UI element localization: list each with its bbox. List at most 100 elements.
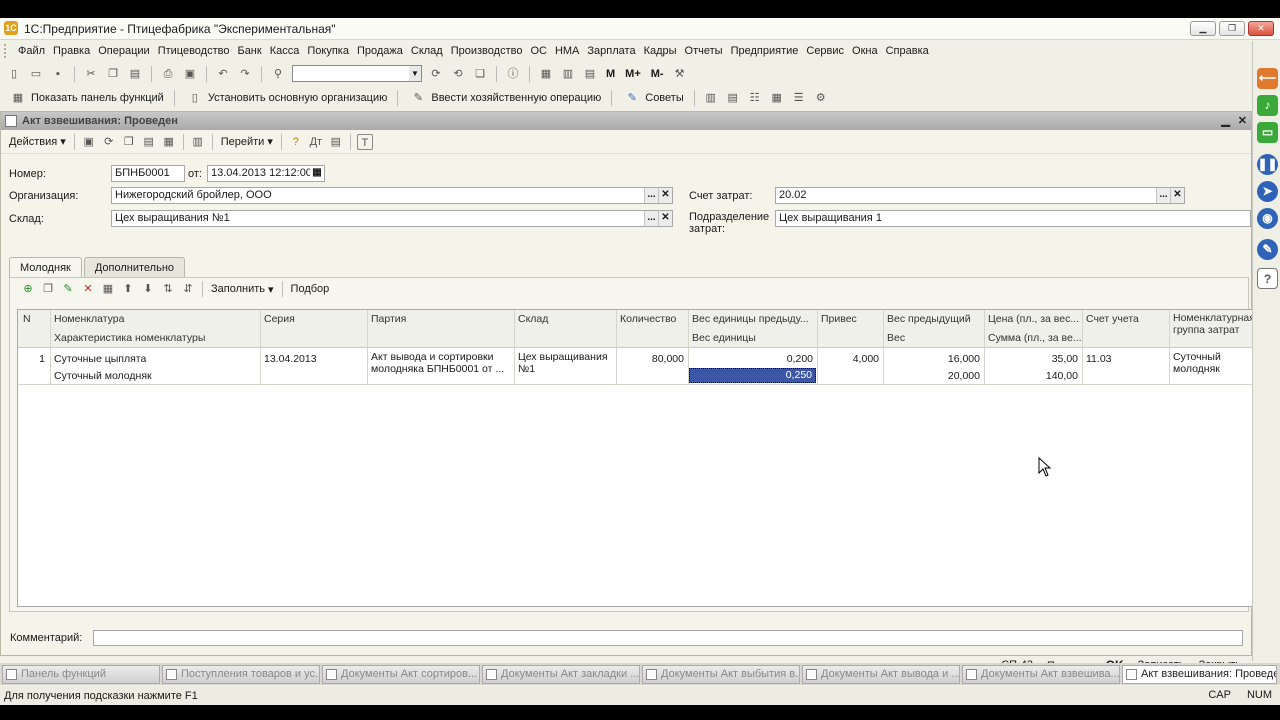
minimize-doc-button[interactable]: ▁	[1221, 114, 1229, 127]
col-weight[interactable]: Вес	[884, 329, 983, 347]
actions-menu-button[interactable]: Действия ▾	[5, 135, 70, 149]
cell-gain[interactable]: 4,000	[818, 351, 882, 367]
close-doc-button[interactable]: ✕	[1238, 114, 1247, 127]
chevron-down-icon[interactable]: ▼	[409, 66, 421, 81]
search-icon[interactable]: ⚲	[270, 66, 286, 82]
journal-icon[interactable]: ▤	[725, 90, 741, 106]
col-gain[interactable]: Привес	[818, 310, 882, 328]
tools-icon[interactable]: ⚒	[672, 66, 688, 82]
report-icon[interactable]: ▥	[703, 90, 719, 106]
chart-icon[interactable]: ▦	[769, 90, 785, 106]
list-icon[interactable]: ☰	[791, 90, 807, 106]
pause-icon[interactable]: ❚❚	[1257, 154, 1278, 175]
taskbar-item[interactable]: Документы Акт вывода и ...	[802, 664, 960, 684]
taskbar-item[interactable]: Документы Акт закладки ...	[482, 664, 640, 684]
menu-salary[interactable]: Зарплата	[583, 45, 639, 57]
edit-row-icon[interactable]: ✎	[60, 281, 76, 297]
delete-row-icon[interactable]: ✕	[80, 281, 96, 297]
cell-cost-group[interactable]: Суточный молодняк	[1170, 351, 1262, 379]
cell-quantity[interactable]: 80,000	[617, 351, 687, 367]
new-file-icon[interactable]: ▯	[6, 66, 22, 82]
undo-icon[interactable]: ↶	[215, 66, 231, 82]
col-characteristic[interactable]: Характеристика номенклатуры	[51, 329, 259, 347]
end-edit-icon[interactable]: ▦	[100, 281, 116, 297]
cell-nomenclature[interactable]: Суточные цыплята	[51, 351, 259, 367]
set-main-org-button[interactable]: ▯ Установить основную организацию	[181, 90, 392, 106]
tab-young-stock[interactable]: Молодняк	[9, 257, 82, 277]
col-unit-weight[interactable]: Вес единицы	[689, 329, 816, 347]
movements-icon[interactable]: ▤	[141, 134, 157, 150]
based-on-icon[interactable]: ▥	[190, 134, 206, 150]
menu-warehouse[interactable]: Склад	[407, 45, 447, 57]
redo-icon[interactable]: ↷	[237, 66, 253, 82]
refresh-icon[interactable]: ⟳	[101, 134, 117, 150]
goto-menu-button[interactable]: Перейти ▾	[217, 135, 277, 149]
cell-unit-weight[interactable]: 0,250	[689, 368, 816, 383]
menu-hr[interactable]: Кадры	[640, 45, 681, 57]
memory-minus-button[interactable]: M-	[647, 68, 668, 80]
fill-menu-button[interactable]: Заполнить ▾	[207, 283, 278, 296]
microphone-icon[interactable]: ♪	[1257, 95, 1278, 116]
select-ellipsis-icon[interactable]: ...	[644, 211, 658, 226]
col-quantity[interactable]: Количество	[617, 310, 687, 328]
cell-weight[interactable]: 20,000	[884, 368, 983, 384]
post-icon[interactable]: ▣	[81, 134, 97, 150]
cut-icon[interactable]: ✂	[83, 66, 99, 82]
copy-icon[interactable]: ❐	[105, 66, 121, 82]
add-row-icon[interactable]: ⊕	[20, 281, 36, 297]
col-account[interactable]: Счет учета	[1083, 310, 1168, 328]
col-batch[interactable]: Партия	[368, 310, 513, 328]
menu-cash[interactable]: Касса	[266, 45, 304, 57]
menu-poultry[interactable]: Птицеводство	[154, 45, 234, 57]
clear-icon[interactable]: ✕	[658, 211, 672, 226]
select-ellipsis-icon[interactable]: ...	[1156, 188, 1170, 203]
report-list-icon[interactable]: ▤	[328, 134, 344, 150]
find-next-icon[interactable]: ⟳	[428, 66, 444, 82]
col-sum[interactable]: Сумма (пл., за ве...	[985, 329, 1081, 347]
info-icon[interactable]: ⓘ	[505, 66, 521, 82]
table-row[interactable]: 1 Суточные цыплята Суточный молодняк 13.…	[18, 349, 1264, 385]
sort-desc-icon[interactable]: ⇵	[180, 281, 196, 297]
memory-plus-button[interactable]: M+	[621, 68, 645, 80]
chat-icon[interactable]: ◉	[1257, 208, 1278, 229]
close-window-button[interactable]: ✕	[1248, 21, 1274, 36]
menu-service[interactable]: Сервис	[802, 45, 848, 57]
taskbar-item[interactable]: Поступления товаров и ус...	[162, 664, 320, 684]
copy-doc-icon[interactable]: ❐	[121, 134, 137, 150]
menu-help[interactable]: Справка	[882, 45, 933, 57]
menu-reports[interactable]: Отчеты	[681, 45, 727, 57]
menu-enterprise[interactable]: Предприятие	[727, 45, 803, 57]
cell-weight-prev[interactable]: 16,000	[884, 351, 983, 367]
number-field[interactable]: БПНБ0001	[111, 165, 185, 182]
menu-production[interactable]: Производство	[447, 45, 527, 57]
cell-unit-weight-prev[interactable]: 0,200	[689, 351, 816, 367]
cost-division-field[interactable]: Цех выращивания 1	[775, 210, 1251, 227]
dt-kt-icon[interactable]: Дт	[308, 134, 324, 150]
young-stock-table[interactable]: N Номенклатура Характеристика номенклату…	[17, 309, 1265, 607]
clipboard-icon[interactable]: ▤	[582, 66, 598, 82]
select-ellipsis-icon[interactable]: ...	[644, 188, 658, 203]
move-up-icon[interactable]: ⬆	[120, 281, 136, 297]
col-unit-weight-prev[interactable]: Вес единицы предыду...	[689, 310, 816, 328]
open-folder-icon[interactable]: ▭	[28, 66, 44, 82]
tips-button[interactable]: ✎ Советы	[618, 90, 687, 106]
col-weight-prev[interactable]: Вес предыдущий	[884, 310, 983, 328]
cell-sum[interactable]: 140,00	[985, 368, 1081, 384]
memory-button[interactable]: M	[602, 68, 619, 80]
menu-edit[interactable]: Правка	[49, 45, 94, 57]
menu-file[interactable]: Файл	[14, 45, 49, 57]
paste-icon[interactable]: ▤	[127, 66, 143, 82]
calendar-icon[interactable]: ▦	[310, 166, 324, 181]
cell-warehouse[interactable]: Цех выращивания №1	[515, 351, 615, 377]
col-series[interactable]: Серия	[261, 310, 366, 328]
help-bubble-icon[interactable]: ?	[1257, 268, 1278, 289]
clear-icon[interactable]: ✕	[658, 188, 672, 203]
move-down-icon[interactable]: ⬇	[140, 281, 156, 297]
windows-icon[interactable]: ❏	[472, 66, 488, 82]
save-disk-icon[interactable]: ▪	[50, 66, 66, 82]
col-n[interactable]: N	[20, 310, 50, 328]
pointer-icon[interactable]: ➤	[1257, 181, 1278, 202]
date-field[interactable]: 13.04.2013 12:12:00 ▦	[207, 165, 325, 182]
settings-icon[interactable]: ⚙	[813, 90, 829, 106]
menu-windows[interactable]: Окна	[848, 45, 882, 57]
